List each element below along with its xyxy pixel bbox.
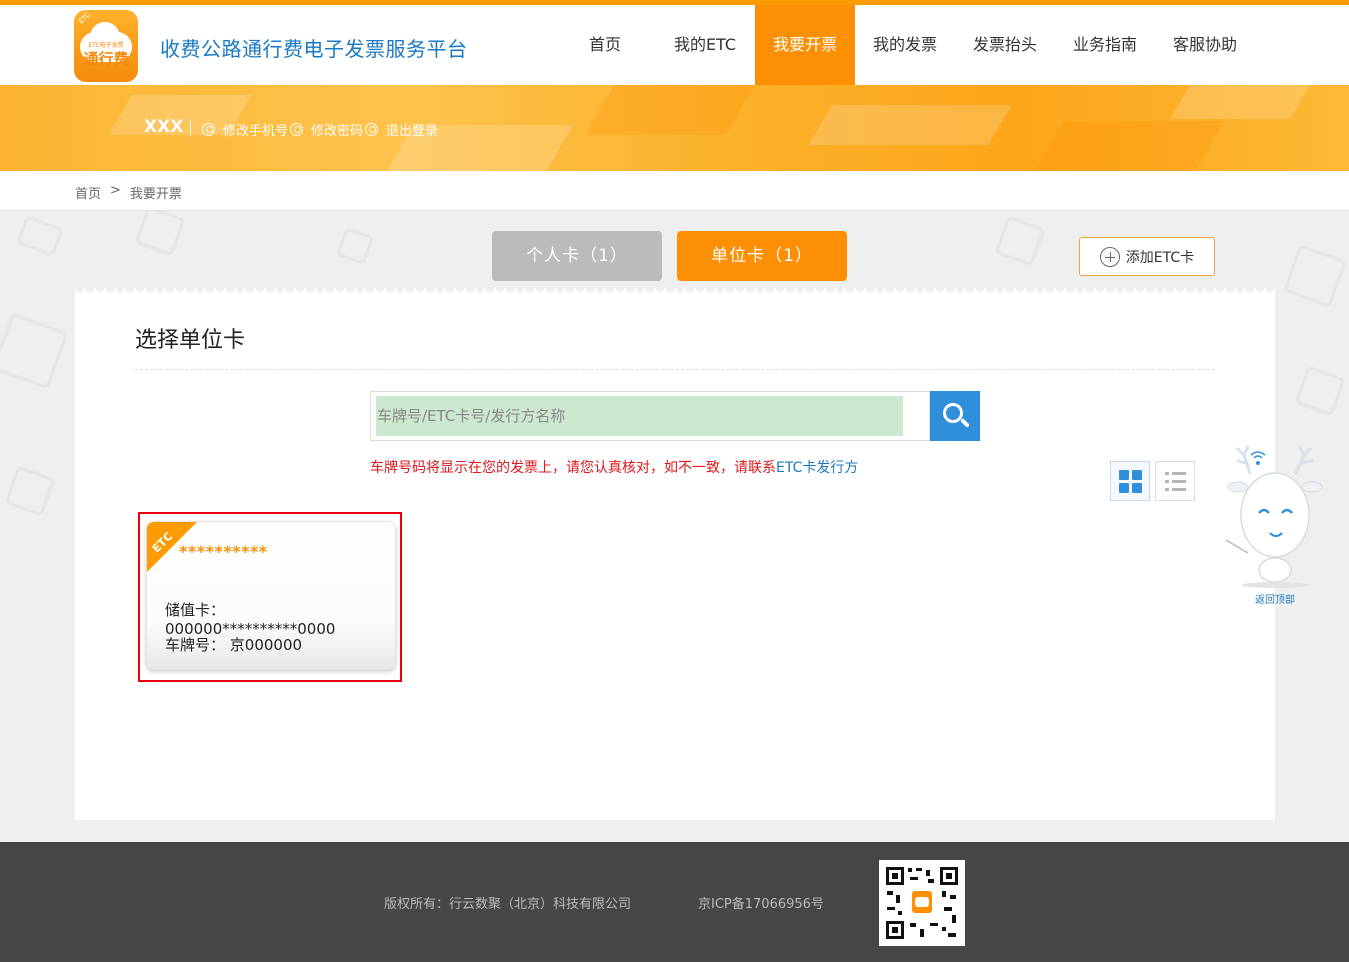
deer-mascot-icon	[1225, 445, 1323, 588]
list-icon	[1165, 488, 1169, 491]
panel-divider	[135, 369, 1215, 370]
nav-invoice-titles[interactable]: 发票抬头	[955, 5, 1055, 85]
tab-company-card[interactable]: 单位卡（1）	[677, 231, 847, 281]
plate-row: 车牌号： 京000000	[165, 634, 302, 655]
plate-label: 车牌号：	[165, 636, 226, 654]
change-password-link[interactable]: 修改密码	[290, 120, 363, 139]
qr-code-icon	[879, 860, 965, 946]
banner-decor	[1035, 121, 1225, 171]
list-icon	[1172, 472, 1186, 475]
user-links: 修改手机号 修改密码 退出登录	[202, 120, 440, 139]
main-nav: 首页 我的ETC 我要开票 我的发票 发票抬头 业务指南 客服协助	[555, 5, 1255, 85]
user-divider	[190, 119, 191, 137]
change-phone-link[interactable]: 修改手机号	[202, 120, 288, 139]
footer-icp[interactable]: 京ICP备17066956号	[698, 893, 824, 912]
breadcrumb-current: 我要开票	[129, 187, 182, 202]
bg-decor	[4, 465, 56, 517]
bg-decor	[335, 226, 375, 266]
bg-decor	[0, 312, 69, 390]
list-icon	[1172, 488, 1186, 491]
breadcrumb-home[interactable]: 首页	[75, 183, 101, 202]
search-input[interactable]	[376, 396, 903, 436]
grid-icon	[1132, 483, 1142, 493]
logo-badge: ETC	[77, 10, 93, 26]
logo-text: 通行费	[83, 50, 129, 68]
nav-my-invoices[interactable]: 我的发票	[855, 5, 955, 85]
change-phone-label: 修改手机号	[223, 124, 289, 139]
bg-decor	[1294, 365, 1346, 417]
bg-decor	[16, 215, 64, 257]
user-icon	[202, 123, 215, 136]
user-banner: XXX 修改手机号 修改密码 退出登录	[0, 85, 1349, 171]
grid-icon	[1132, 470, 1142, 480]
breadcrumb-separator: >	[110, 183, 121, 198]
footer-copyright: 版权所有：行云数聚（北京）科技有限公司	[384, 897, 632, 912]
list-icon	[1172, 480, 1186, 483]
change-password-label: 修改密码	[311, 124, 364, 139]
nav-home[interactable]: 首页	[555, 5, 655, 85]
user-icon	[365, 123, 379, 136]
site-title: 收费公路通行费电子发票服务平台	[160, 37, 468, 61]
notice-text: 车牌号码将显示在您的发票上，请您认真核对，如不一致，请联系	[370, 460, 776, 476]
search-icon-handle	[960, 418, 970, 428]
grid-icon	[1119, 483, 1129, 493]
search-box	[370, 391, 930, 441]
banner-decor	[1170, 85, 1310, 119]
list-icon	[1165, 472, 1169, 475]
add-etc-card-button[interactable]: 添加ETC卡	[1079, 237, 1215, 276]
nav-my-etc[interactable]: 我的ETC	[655, 5, 755, 85]
back-to-top-label: 返回顶部	[1255, 595, 1295, 606]
etc-card[interactable]: ETC ********** 储值卡： 000000**********0000…	[146, 521, 396, 670]
nav-issue-invoice[interactable]: 我要开票	[755, 5, 855, 85]
plus-circle-icon	[1099, 246, 1120, 267]
list-view-toggle[interactable]	[1155, 461, 1195, 501]
search-button[interactable]	[930, 391, 980, 441]
panel-title: 选择单位卡	[135, 328, 246, 353]
grid-view-toggle[interactable]	[1110, 461, 1150, 501]
qr-code-graphic	[884, 865, 960, 941]
site-footer: 版权所有：行云数聚（北京）科技有限公司 京ICP备17066956号	[0, 842, 1349, 962]
user-icon	[290, 123, 304, 136]
logout-link[interactable]: 退出登录	[365, 120, 438, 139]
bg-decor	[134, 211, 186, 257]
breadcrumb-bar: 首页 > 我要开票	[0, 171, 1349, 211]
list-icon	[1165, 480, 1169, 483]
card-masked-name: **********	[179, 542, 268, 561]
bg-decor	[994, 215, 1046, 267]
back-to-top-button[interactable]: 返回顶部	[1224, 445, 1326, 606]
bg-decor	[1282, 243, 1348, 309]
add-etc-card-label: 添加ETC卡	[1125, 249, 1195, 266]
logout-label: 退出登录	[386, 124, 439, 139]
nav-customer-service[interactable]: 客服协助	[1155, 5, 1255, 85]
banner-decor	[585, 85, 755, 135]
site-header: ETC ETC电子发票 通行费 收费公路通行费电子发票服务平台 首页 我的ETC…	[0, 5, 1349, 85]
banner-decor	[808, 105, 1012, 145]
site-logo[interactable]: ETC ETC电子发票 通行费	[74, 10, 138, 82]
nav-business-guide[interactable]: 业务指南	[1055, 5, 1155, 85]
tab-personal-card[interactable]: 个人卡（1）	[492, 231, 662, 281]
issuer-link[interactable]: ETC卡发行方	[776, 460, 858, 476]
grid-icon	[1119, 470, 1129, 480]
card-number-row: 储值卡： 000000**********0000	[165, 599, 395, 638]
user-name: XXX	[144, 117, 184, 137]
plate-notice: 车牌号码将显示在您的发票上，请您认真核对，如不一致，请联系ETC卡发行方	[370, 457, 858, 477]
panel-scalloped-edge	[75, 288, 1275, 298]
breadcrumb: 首页 > 我要开票	[75, 183, 191, 202]
card-number-label: 储值卡：	[165, 601, 226, 619]
plate-value: 京000000	[229, 636, 303, 654]
